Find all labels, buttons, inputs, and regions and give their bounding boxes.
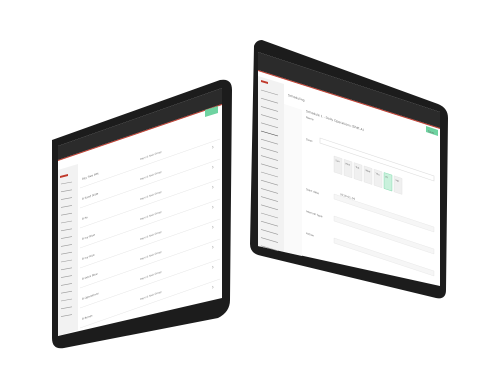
right-subnav: [284, 104, 302, 256]
day-toggle[interactable]: Mon: [343, 159, 353, 179]
day-toggle[interactable]: Thu: [373, 168, 383, 189]
day-toggle[interactable]: Fri: [383, 172, 393, 192]
scene: Bay Tree 40kDays & Task GroupB Sand Slid…: [52, 40, 448, 349]
day-toggle[interactable]: Tue: [353, 162, 363, 182]
left-sidebar: [58, 164, 78, 336]
right-tablet: Scheduling Schedule 1 - Daily Operations…: [250, 40, 448, 299]
left-tablet: Bay Tree 40kDays & Task GroupB Sand Slid…: [52, 79, 232, 349]
day-toggle[interactable]: Wed: [363, 165, 373, 185]
day-toggle[interactable]: Sat: [393, 175, 403, 195]
day-toggle[interactable]: Sun: [333, 155, 343, 175]
